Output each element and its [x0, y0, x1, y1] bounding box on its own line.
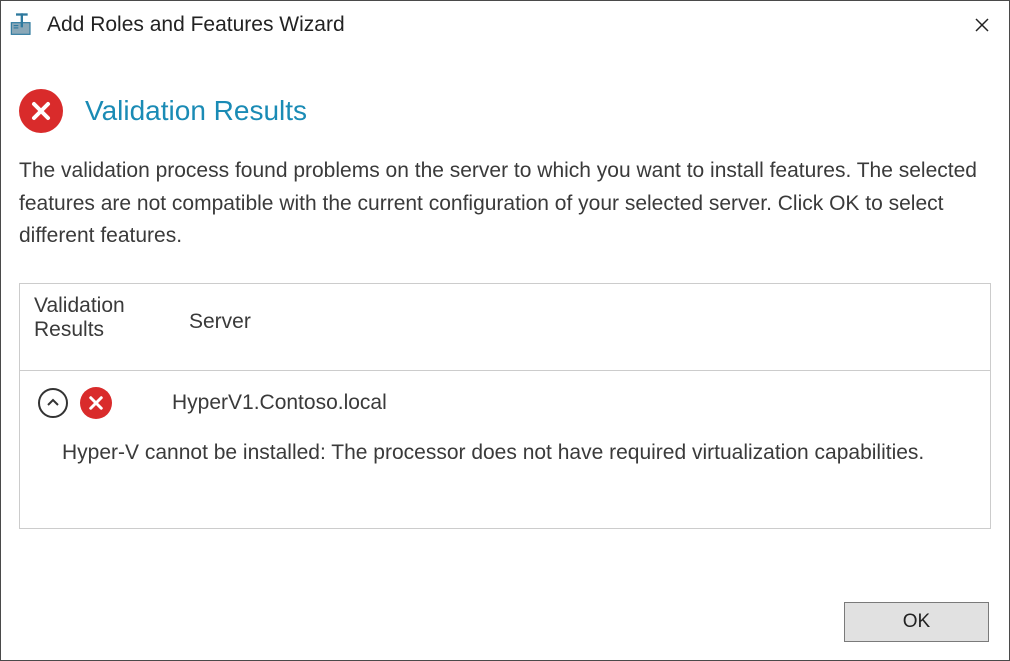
content-area: Validation Results The validation proces…	[1, 49, 1009, 586]
column-header-server: Server	[189, 294, 251, 342]
ok-button[interactable]: OK	[844, 602, 989, 642]
results-table: Validation Results Server	[19, 283, 991, 530]
table-header: Validation Results Server	[20, 284, 990, 371]
page-title: Validation Results	[85, 95, 307, 127]
header-section: Validation Results	[19, 89, 991, 133]
description-text: The validation process found problems on…	[19, 155, 991, 253]
table-row: HyperV1.Contoso.local Hyper-V cannot be …	[20, 371, 990, 529]
server-manager-icon	[9, 11, 37, 39]
chevron-up-icon	[47, 397, 59, 409]
collapse-toggle[interactable]	[38, 388, 68, 418]
dialog-root: Add Roles and Features Wizard Validation…	[0, 0, 1010, 661]
button-bar: OK	[1, 586, 1009, 660]
row-error-icon	[80, 387, 112, 419]
error-message: Hyper-V cannot be installed: The process…	[38, 437, 972, 509]
row-summary: HyperV1.Contoso.local	[38, 387, 972, 419]
server-name: HyperV1.Contoso.local	[172, 391, 387, 415]
error-icon	[19, 89, 63, 133]
window-title: Add Roles and Features Wizard	[47, 13, 967, 37]
close-button[interactable]	[967, 10, 997, 40]
column-header-results: Validation Results	[34, 294, 189, 342]
title-bar: Add Roles and Features Wizard	[1, 1, 1009, 49]
